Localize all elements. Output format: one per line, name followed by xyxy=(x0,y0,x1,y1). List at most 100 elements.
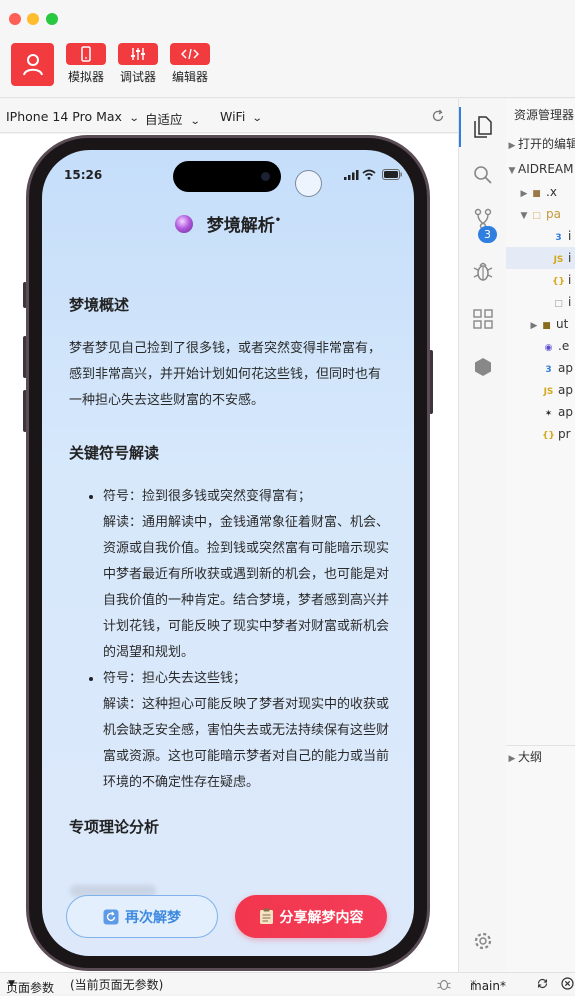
tree-item-label: ap xyxy=(558,361,573,375)
overview-heading: 梦境概述 xyxy=(69,296,130,314)
chevron-down-icon: ▼ xyxy=(520,211,528,221)
network-select[interactable]: WiFi ⌄ xyxy=(220,109,263,124)
symbol-interpretation: 解读：通用解读中，金钱通常象征着财富、机会、资源或自我价值。捡到钱或突然富有可能… xyxy=(103,515,390,660)
list-item: 符号：担心失去这些钱； 解读：这种担心可能反映了梦者对现实中的收获或机会缺乏安全… xyxy=(85,666,389,796)
theory-heading: 专项理论分析 xyxy=(69,818,160,836)
tree-item[interactable]: ✶ ap xyxy=(542,401,575,423)
project-root[interactable]: ▼ AIDREAM xyxy=(506,158,575,180)
phone-screen: 15:26 梦境解析• 梦境概述 梦者梦见自己捡到了很多钱，或者突然变得非常富有… xyxy=(42,150,414,956)
wifi-icon xyxy=(362,169,376,180)
share-result-label: 分享解梦内容 xyxy=(279,909,364,926)
folder-open-icon: □ xyxy=(532,211,541,221)
title-dot: • xyxy=(274,215,282,226)
search-activity[interactable] xyxy=(469,161,497,189)
maximize-window-button[interactable] xyxy=(46,13,58,25)
chevron-down-icon: ▼ xyxy=(508,166,516,176)
settings-activity[interactable] xyxy=(469,927,497,955)
symbol-interpretation: 解读：这种担心可能反映了梦者对现实中的收获或机会缺乏安全感，害怕失去或无法持续保… xyxy=(103,697,390,790)
close-window-button[interactable] xyxy=(9,13,21,25)
signal-icon xyxy=(344,170,359,180)
scale-select[interactable]: 自适应 ⌄ xyxy=(145,109,201,128)
user-icon xyxy=(22,53,43,75)
explorer-activity[interactable] xyxy=(469,113,497,141)
open-editors-section[interactable]: ▶打开的编辑器 xyxy=(506,133,575,155)
battery-icon xyxy=(382,169,402,180)
explorer-title: 资源管理器 xyxy=(514,108,575,122)
symbol-label: 符号：捡到很多钱或突然变得富有； xyxy=(103,489,312,504)
outline-label: 大纲 xyxy=(518,750,543,764)
js-file-icon: JS xyxy=(543,387,554,397)
tree-item-label: i xyxy=(568,273,572,287)
status-bar: 页面参数 ▼ (当前页面无参数) ᛉ main* xyxy=(0,972,575,995)
page-params-info: (当前页面无参数) xyxy=(70,978,164,992)
dream-analysis-content: 梦境概述 梦者梦见自己捡到了很多钱，或者突然变得非常富有，感到非常高兴，并开始计… xyxy=(69,292,389,858)
chevron-down-icon: ▼ xyxy=(8,979,15,989)
active-indicator xyxy=(459,107,461,147)
refresh-icon[interactable] xyxy=(431,109,445,123)
tree-item-label: .e xyxy=(558,339,570,353)
editor-button[interactable]: 编辑器 xyxy=(168,43,212,85)
tree-item[interactable]: 3i xyxy=(552,225,575,247)
manifest-file-icon: ✶ xyxy=(544,409,553,419)
window-title-bar xyxy=(0,0,575,36)
debugger-button[interactable]: 调试器 xyxy=(116,43,160,85)
list-item: 符号：捡到很多钱或突然变得富有； 解读：通用解读中，金钱通常象征着财富、机会、资… xyxy=(85,484,389,666)
git-branch-label: main* xyxy=(470,979,506,993)
code-icon xyxy=(181,48,199,60)
editor-label: 编辑器 xyxy=(171,70,208,84)
symbol-label: 符号：担心失去这些钱； xyxy=(103,671,247,686)
bug-icon[interactable] xyxy=(437,977,451,991)
tree-item[interactable]: ▼ □ pa xyxy=(518,203,575,225)
status-time: 15:26 xyxy=(64,168,103,182)
js-file-icon: JS xyxy=(553,255,564,265)
gear-icon xyxy=(474,932,492,950)
json-file-icon: {} xyxy=(552,277,565,287)
tree-item-label: i xyxy=(568,295,572,309)
tree-item-selected[interactable]: JS i xyxy=(506,247,575,269)
hexagon-icon xyxy=(475,358,491,376)
tree-item[interactable]: {} i xyxy=(552,269,575,291)
json-file-icon: {} xyxy=(542,431,555,441)
dream-again-button[interactable]: 再次解梦 xyxy=(66,895,218,938)
tree-item[interactable]: ▶ ■ .x xyxy=(518,181,575,203)
tree-item[interactable]: ▶ ■ ut xyxy=(528,313,575,335)
floating-debug-button[interactable] xyxy=(295,170,322,197)
scm-count-badge: 3 xyxy=(478,226,497,243)
share-result-button[interactable]: 分享解梦内容 xyxy=(235,895,387,938)
chevron-down-icon: ⌄ xyxy=(128,113,140,124)
sync-icon[interactable] xyxy=(536,977,549,990)
debugger-label: 调试器 xyxy=(119,70,156,84)
main-toolbar: 模拟器 调试器 编辑器 xyxy=(0,36,575,98)
symbols-list: 符号：捡到很多钱或突然变得富有； 解读：通用解读中，金钱通常象征着财富、机会、资… xyxy=(69,484,389,796)
plugin-activity[interactable] xyxy=(469,353,497,381)
debug-activity[interactable] xyxy=(469,257,497,285)
dream-again-label: 再次解梦 xyxy=(125,909,181,926)
tree-item-label: ap xyxy=(558,405,573,419)
chevron-down-icon: ⌄ xyxy=(189,116,201,127)
sliders-icon xyxy=(131,48,145,60)
tree-item-label: ap xyxy=(558,383,573,397)
simulator-button[interactable]: 模拟器 xyxy=(64,43,108,85)
minimize-window-button[interactable] xyxy=(27,13,39,25)
tree-item-label: pa xyxy=(546,207,561,221)
outline-section[interactable]: ▶ 大纲 xyxy=(506,745,575,767)
bug-icon xyxy=(473,262,493,281)
file-icon: □ xyxy=(554,299,563,309)
folder-icon: ■ xyxy=(542,321,551,331)
overview-text: 梦者梦见自己捡到了很多钱，或者突然变得非常富有，感到非常高兴，并开始计划如何花这… xyxy=(69,341,382,408)
simulator-label: 模拟器 xyxy=(67,70,104,84)
user-avatar-button[interactable] xyxy=(11,43,54,86)
device-select[interactable]: IPhone 14 Pro Max ⌄ xyxy=(6,109,140,124)
refresh-icon xyxy=(103,909,119,924)
tree-item[interactable]: {} pr xyxy=(542,423,575,445)
tree-item[interactable]: JS ap xyxy=(542,379,575,401)
tree-item[interactable]: 3 ap xyxy=(542,357,575,379)
tree-item[interactable]: ◉ .e xyxy=(542,335,575,357)
tree-item[interactable]: □ i xyxy=(552,291,575,313)
tree-item-label: .x xyxy=(546,185,557,199)
extensions-activity[interactable] xyxy=(469,305,497,333)
error-icon[interactable] xyxy=(561,977,574,990)
tree-item-label: ut xyxy=(556,317,569,331)
scale-select-value: 自适应 xyxy=(145,112,183,127)
config-file-icon: ◉ xyxy=(544,343,553,353)
